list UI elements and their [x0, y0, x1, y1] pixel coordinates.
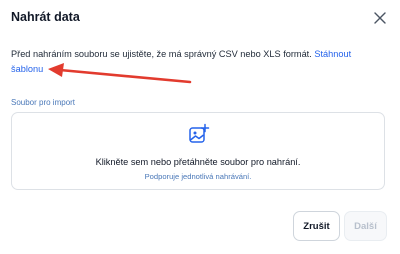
import-section-label: Soubor pro import [11, 98, 76, 107]
import-dialog: Nahrát data Před nahráním souboru se uji… [0, 0, 400, 254]
dialog-title: Nahrát data [11, 10, 80, 24]
cancel-button[interactable]: Zrušit [293, 211, 340, 241]
image-add-icon [188, 123, 210, 145]
dropzone-sub-text: Podporuje jednotlivá nahrávání. [144, 172, 252, 181]
file-dropzone[interactable]: Klikněte sem nebo přetáhněte soubor pro … [11, 112, 385, 190]
close-icon[interactable] [372, 10, 388, 26]
dropzone-main-text: Klikněte sem nebo přetáhněte soubor pro … [95, 157, 301, 167]
next-button[interactable]: Další [344, 211, 387, 241]
annotation-arrow-icon [48, 63, 192, 84]
info-message: Před nahráním souboru se ujistěte, že má… [11, 49, 315, 59]
